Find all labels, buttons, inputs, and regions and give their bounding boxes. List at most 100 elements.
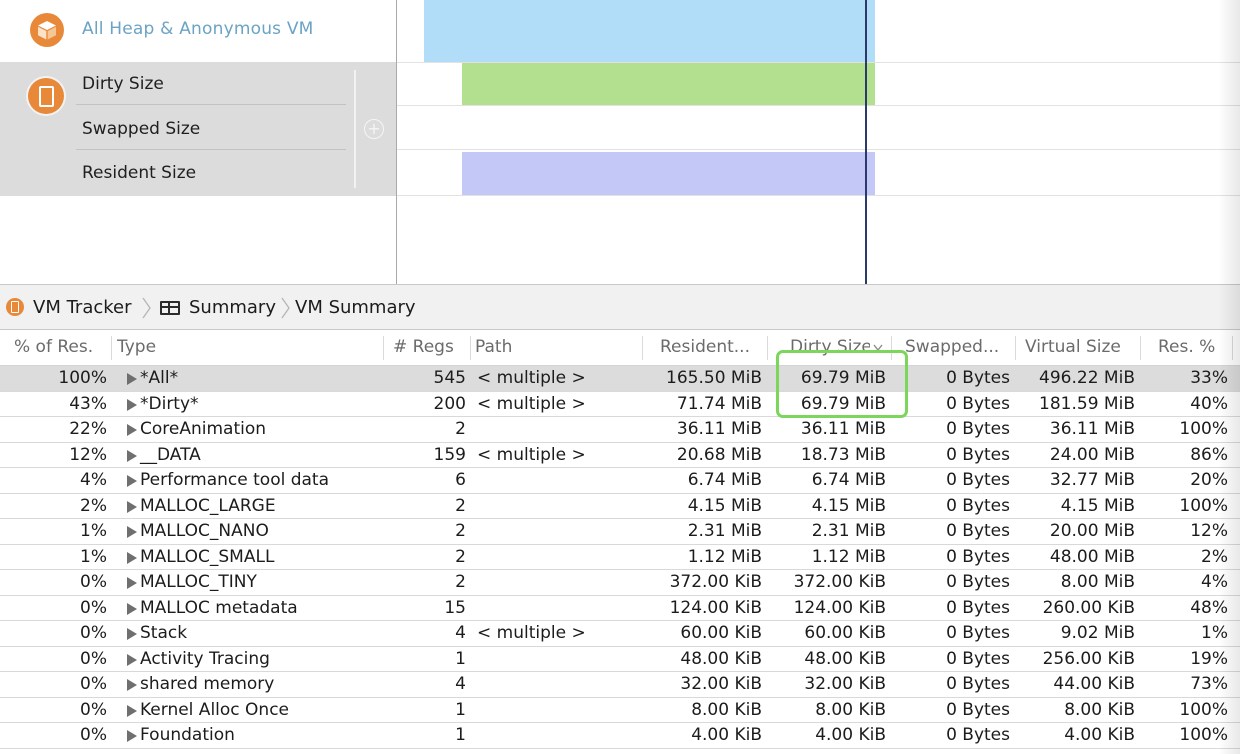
column-separator[interactable] — [891, 336, 892, 360]
heap-usage-bar — [424, 0, 875, 62]
table-row[interactable]: 22% CoreAnimation 2 36.11 MiB 36.11 MiB 0 Byt… — [0, 417, 1240, 443]
column-separator[interactable] — [383, 336, 384, 360]
track-label-dirty-size[interactable]: Dirty Size — [82, 74, 164, 94]
cell-path: < multiple > — [477, 444, 586, 465]
disclosure-triangle-icon[interactable] — [127, 679, 137, 691]
cell-pct-res: 43% — [69, 393, 107, 414]
cell-dirty-size: 69.79 MiB — [800, 393, 886, 414]
column-header-type[interactable]: Type — [117, 330, 377, 365]
cell-regs: 2 — [455, 546, 466, 567]
cell-type: Activity Tracing — [140, 648, 270, 669]
cell-path: < multiple > — [477, 393, 586, 414]
cell-resident: 20.68 MiB — [676, 444, 762, 465]
sort-descending-icon[interactable] — [873, 344, 883, 352]
disclosure-triangle-icon[interactable] — [127, 628, 137, 640]
cell-pct-res: 0% — [80, 648, 107, 669]
cell-swapped: 0 Bytes — [946, 725, 1010, 745]
vm-summary-table: % of Res. Type # Regs Path Resident... D… — [0, 330, 1240, 754]
column-header-regs[interactable]: # Regs — [393, 330, 468, 365]
table-row[interactable]: 0% MALLOC_TINY 2 372.00 KiB 372.00 KiB 0 Byte… — [0, 570, 1240, 596]
column-separator[interactable] — [111, 336, 112, 360]
disclosure-triangle-icon[interactable] — [127, 653, 137, 666]
cell-pct-res: 100% — [58, 368, 107, 388]
table-row[interactable]: 0% MALLOC metadata 15 124.00 KiB 124.00 KiB 0… — [0, 595, 1240, 621]
jumpbar-vm-summary[interactable]: VM Summary — [295, 297, 416, 318]
cell-resident: 8.00 KiB — [691, 699, 762, 720]
column-separator[interactable] — [470, 336, 471, 360]
column-header-res-pct[interactable]: Res. % — [1158, 330, 1228, 365]
column-separator[interactable] — [1140, 336, 1141, 360]
disclosure-triangle-icon[interactable] — [127, 551, 137, 564]
cell-path — [477, 647, 637, 672]
column-header-dirty-size[interactable]: Dirty Size — [790, 330, 870, 365]
disclosure-triangle-icon[interactable] — [127, 577, 137, 589]
table-row[interactable]: 1% MALLOC_SMALL 2 1.12 MiB 1.12 MiB 0 Bytes 48… — [0, 544, 1240, 570]
column-separator[interactable] — [1232, 336, 1233, 360]
cell-type: MALLOC metadata — [140, 597, 298, 618]
cell-swapped: 0 Bytes — [946, 470, 1010, 490]
column-header-pct-res[interactable]: % of Res. — [14, 330, 109, 365]
cell-swapped: 0 Bytes — [946, 393, 1010, 414]
table-row[interactable]: 0% Activity Tracing 1 48.00 KiB 48.00 KiB 0 B… — [0, 646, 1240, 672]
jumpbar-summary[interactable]: Summary — [189, 297, 276, 318]
disclosure-triangle-icon[interactable] — [127, 373, 137, 385]
table-row[interactable]: 2% MALLOC_LARGE 2 4.15 MiB 4.15 MiB 0 Bytes 4.… — [0, 493, 1240, 519]
table-row[interactable]: 1% MALLOC_NANO 2 2.31 MiB 2.31 MiB 0 Bytes 20.… — [0, 519, 1240, 545]
table-row[interactable]: 0% Kernel Alloc Once 1 8.00 KiB 8.00 KiB 0 By… — [0, 697, 1240, 723]
column-header-path[interactable]: Path — [475, 330, 635, 365]
table-row[interactable]: 4% Performance tool data 6 6.74 MiB 6.74 MiB… — [0, 468, 1240, 494]
cell-res-pct: 100% — [1179, 699, 1228, 720]
column-separator[interactable] — [642, 336, 643, 360]
table-row[interactable]: 100% *All* 545 < multiple > 165.50 MiB 69.79 … — [0, 366, 1240, 392]
chevron-right-icon — [281, 297, 290, 319]
cell-path: < multiple > — [477, 623, 586, 643]
column-header-swapped[interactable]: Swapped... — [905, 330, 1005, 365]
cell-dirty-size: 6.74 MiB — [811, 470, 886, 490]
table-row[interactable]: 0% Stack 4 < multiple > 60.00 KiB 60.00 KiB 0 … — [0, 621, 1240, 647]
jumpbar-vm-tracker[interactable]: VM Tracker — [33, 297, 132, 318]
table-row[interactable]: 0% shared memory 4 32.00 KiB 32.00 KiB 0 Byte… — [0, 672, 1240, 698]
column-separator[interactable] — [1015, 336, 1016, 360]
disclosure-triangle-icon[interactable] — [127, 730, 137, 742]
cell-resident: 71.74 MiB — [676, 393, 762, 414]
disclosure-triangle-icon[interactable] — [127, 449, 137, 462]
cell-type: Performance tool data — [140, 470, 330, 490]
track-separator — [76, 104, 346, 105]
cell-resident: 32.00 KiB — [680, 674, 762, 694]
disclosure-triangle-icon[interactable] — [127, 526, 137, 538]
table-row[interactable]: 12% __DATA 159 < multiple > 20.68 MiB 18.73 M… — [0, 442, 1240, 468]
column-separator[interactable] — [767, 336, 768, 360]
instrument-allocations[interactable]: All Heap & Anonymous VM — [0, 0, 396, 62]
chevron-right-icon — [142, 297, 151, 319]
table-row[interactable]: 43% *Dirty* 200 < multiple > 71.74 MiB 69.79 … — [0, 391, 1240, 417]
disclosure-triangle-icon[interactable] — [127, 704, 137, 717]
cell-regs: 2 — [455, 572, 466, 592]
disclosure-triangle-icon[interactable] — [127, 602, 137, 615]
cell-pct-res: 1% — [80, 521, 107, 541]
cell-regs: 1 — [455, 648, 466, 669]
disclosure-triangle-icon[interactable] — [127, 475, 137, 487]
cell-dirty-size: 4.15 MiB — [811, 495, 886, 516]
cell-regs: 1 — [455, 725, 466, 745]
timeline-track[interactable] — [397, 0, 1240, 284]
cell-dirty-size: 8.00 KiB — [815, 699, 886, 720]
disclosure-triangle-icon[interactable] — [127, 424, 137, 436]
cell-pct-res: 2% — [80, 495, 107, 516]
cell-path — [477, 672, 637, 697]
vm-tracker-chip-icon — [28, 78, 64, 114]
cell-pct-res: 0% — [80, 725, 107, 745]
cell-virtual-size: 32.77 MiB — [1049, 470, 1135, 490]
instrument-vm-tracker[interactable]: Dirty Size Swapped Size Resident Size + — [0, 62, 396, 196]
column-header-virtual-size[interactable]: Virtual Size — [1025, 330, 1135, 365]
cell-res-pct: 100% — [1179, 495, 1228, 516]
track-label-resident-size[interactable]: Resident Size — [82, 163, 196, 183]
timeline-playhead[interactable] — [865, 0, 867, 284]
disclosure-triangle-icon[interactable] — [127, 398, 137, 411]
table-row[interactable]: 0% Foundation 1 4.00 KiB 4.00 KiB 0 Bytes 4.00… — [0, 723, 1240, 749]
column-header-resident[interactable]: Resident... — [660, 330, 760, 365]
cell-res-pct: 12% — [1190, 521, 1228, 541]
track-label-swapped-size[interactable]: Swapped Size — [82, 119, 200, 139]
cell-resident: 4.00 KiB — [691, 725, 762, 745]
disclosure-triangle-icon[interactable] — [127, 500, 137, 513]
add-track-icon[interactable]: + — [364, 119, 384, 139]
